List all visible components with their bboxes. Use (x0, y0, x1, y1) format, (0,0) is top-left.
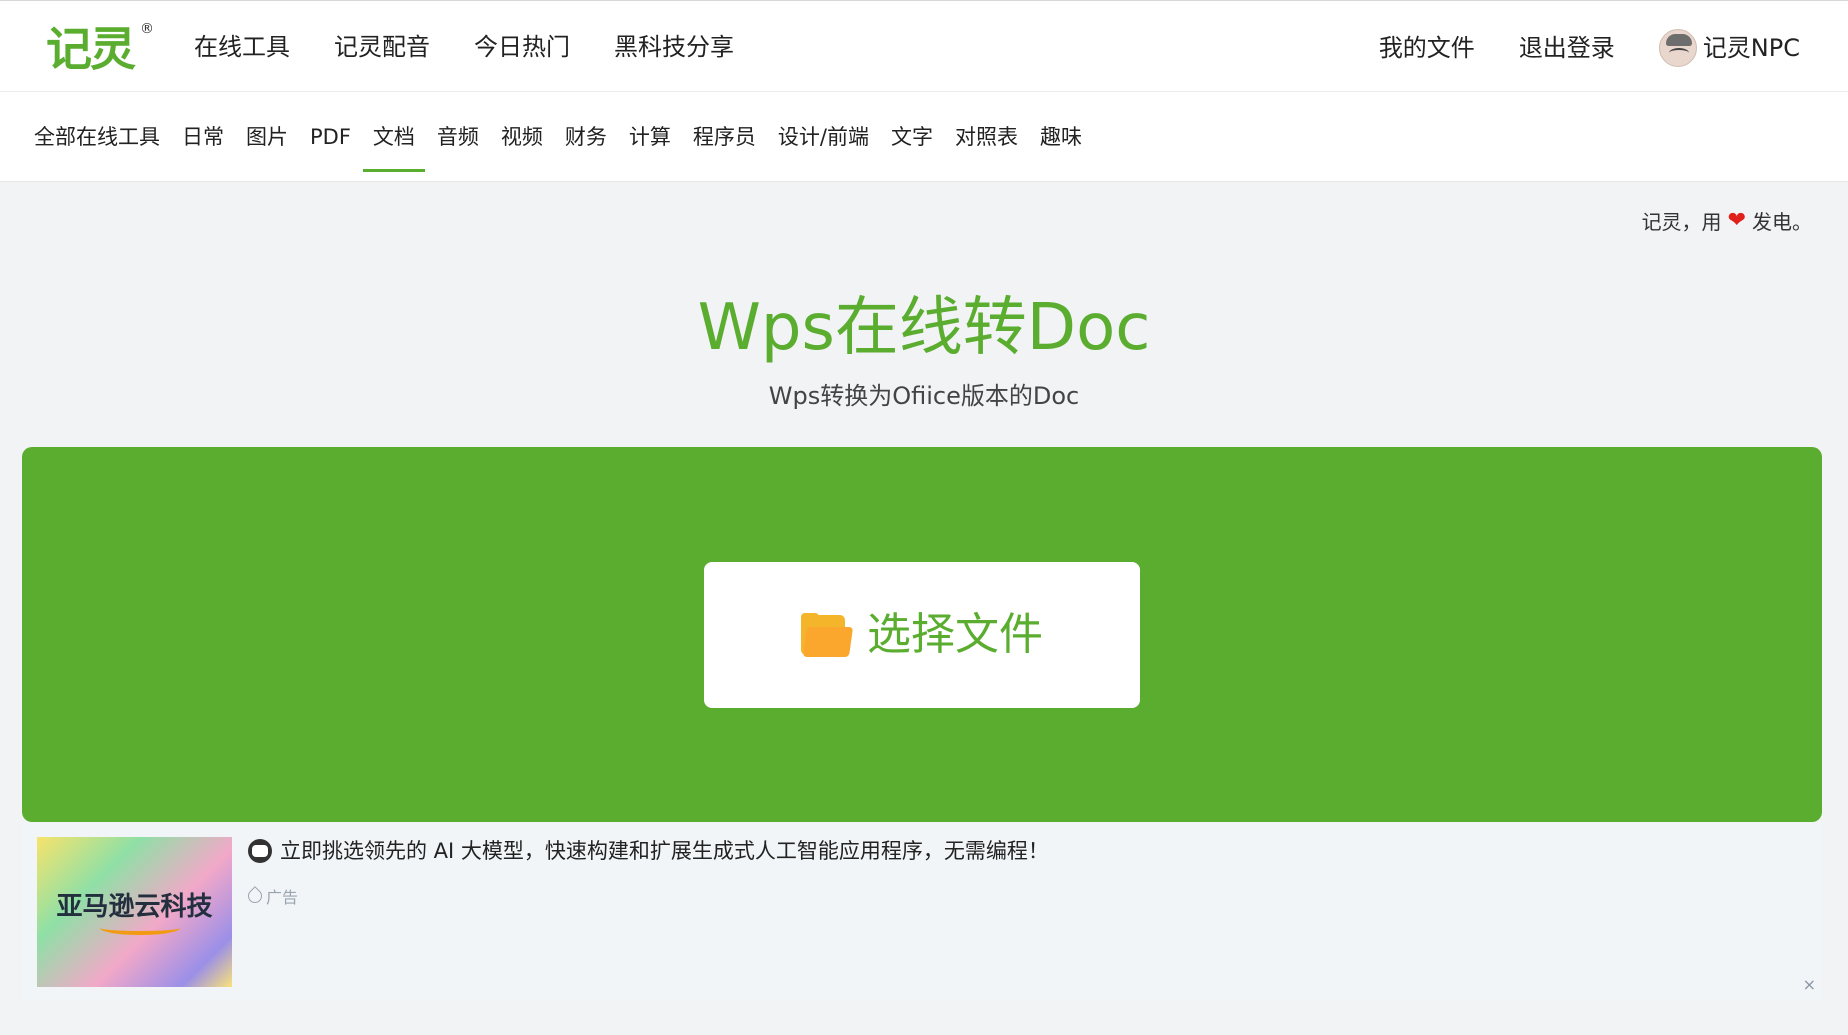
nav-voice[interactable]: 记灵配音 (334, 29, 430, 65)
category-programmer[interactable]: 程序员 (683, 92, 766, 182)
nav-tech-share[interactable]: 黑科技分享 (614, 29, 734, 65)
category-text[interactable]: 文字 (881, 92, 943, 182)
choose-file-button[interactable]: 选择文件 (704, 562, 1140, 708)
ad-image-text: 亚马逊云科技 (56, 892, 213, 922)
category-daily[interactable]: 日常 (172, 92, 234, 182)
category-pdf[interactable]: PDF (300, 92, 361, 182)
logout-link[interactable]: 退出登录 (1519, 30, 1615, 66)
category-bar: 全部在线工具 日常 图片 PDF 文档 音频 视频 财务 计算 程序员 设计/前… (0, 92, 1848, 182)
slogan-before: 记灵，用 (1641, 210, 1722, 234)
folder-icon (801, 613, 854, 657)
category-finance[interactable]: 财务 (555, 92, 617, 182)
category-document[interactable]: 文档 (362, 92, 425, 182)
ad-close-icon[interactable]: × (1803, 975, 1816, 994)
ad-tag-label: 广告 (266, 888, 299, 907)
heart-icon: ❤ (1727, 208, 1746, 233)
top-header: 记灵 ® 在线工具 记灵配音 今日热门 黑科技分享 我的文件 退出登录 记灵NP… (0, 0, 1848, 92)
username-link[interactable]: 记灵NPC (1703, 30, 1800, 66)
ad-headline-text: 立即挑选领先的 AI 大模型，快速构建和扩展生成式人工智能应用程序，无需编程！ (280, 839, 1049, 863)
category-list: 全部在线工具 日常 图片 PDF 文档 音频 视频 财务 计算 程序员 设计/前… (24, 92, 1094, 182)
category-all[interactable]: 全部在线工具 (24, 92, 170, 182)
avatar[interactable] (1658, 29, 1697, 67)
amazon-smile-icon (99, 921, 180, 935)
category-design[interactable]: 设计/前端 (768, 92, 879, 182)
my-files-link[interactable]: 我的文件 (1379, 30, 1475, 66)
category-audio[interactable]: 音频 (427, 92, 489, 182)
category-calculate[interactable]: 计算 (619, 92, 681, 182)
ad-headline[interactable]: 立即挑选领先的 AI 大模型，快速构建和扩展生成式人工智能应用程序，无需编程！ (248, 836, 1049, 866)
site-logo[interactable]: 记灵 (46, 19, 136, 79)
ad-image[interactable]: 亚马逊云科技 (37, 837, 232, 987)
user-menu: 我的文件 退出登录 记灵NPC (1379, 29, 1800, 67)
registered-mark: ® (140, 21, 154, 37)
choose-file-label: 选择文件 (867, 609, 1043, 660)
ad-tag: 广告 (245, 884, 299, 908)
slogan: 记灵，用 ❤ 发电。 (1642, 206, 1812, 235)
page-subtitle: Wps转换为Ofiice版本的Doc (768, 382, 1080, 410)
slogan-after: 发电。 (1752, 210, 1812, 234)
main-nav: 在线工具 记灵配音 今日热门 黑科技分享 (194, 29, 778, 65)
upload-panel[interactable]: 选择文件 (22, 447, 1822, 822)
nav-online-tools[interactable]: 在线工具 (194, 29, 290, 65)
category-fun[interactable]: 趣味 (1030, 92, 1092, 182)
ad-tag-icon (245, 886, 265, 906)
category-video[interactable]: 视频 (491, 92, 553, 182)
emoji-icon (248, 839, 272, 863)
ad-banner[interactable]: 亚马逊云科技 立即挑选领先的 AI 大模型，快速构建和扩展生成式人工智能应用程序… (22, 822, 1822, 1000)
page-title: Wps在线转Doc (697, 291, 1151, 365)
category-tables[interactable]: 对照表 (945, 92, 1028, 182)
category-image[interactable]: 图片 (236, 92, 298, 182)
nav-hot-today[interactable]: 今日热门 (474, 29, 570, 65)
